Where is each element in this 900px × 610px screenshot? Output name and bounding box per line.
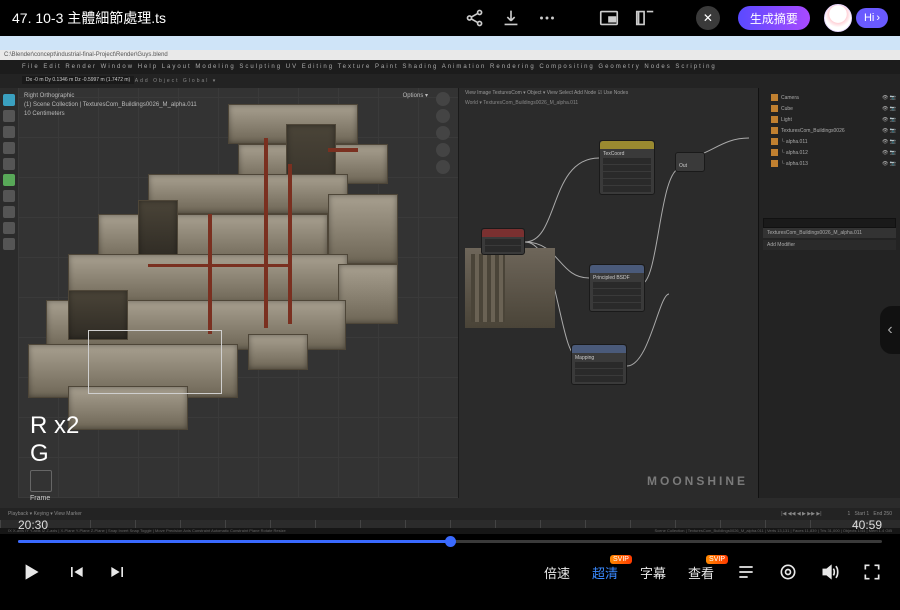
subtitle-button[interactable]: 字幕 xyxy=(640,563,666,582)
node-image xyxy=(481,228,525,255)
viewport-coords: Dx -0 m Dy 0.1346 m Dz -0.5997 m (1.7472… xyxy=(22,76,134,84)
shader-context: World ▾ TexturesCom_Buildings0026_M_alph… xyxy=(465,100,578,106)
outliner-row: └ alpha.011👁 📷 xyxy=(763,136,896,147)
time-current: 20:30 xyxy=(18,518,48,532)
os-titlebar xyxy=(0,36,900,50)
time-duration: 40:59 xyxy=(852,518,882,532)
tool-sidebar xyxy=(0,88,18,498)
theater-icon[interactable] xyxy=(634,7,656,29)
close-pill[interactable]: ✕ xyxy=(696,6,720,30)
watermark-text: MOONSHINE xyxy=(647,474,748,488)
play-button[interactable] xyxy=(18,559,44,585)
tool-icon xyxy=(3,238,15,250)
viewport-3d: Dx -0 m Dy 0.1346 m Dz -0.5997 m (1.7472… xyxy=(18,88,458,498)
outliner-row: Light👁 📷 xyxy=(763,114,896,125)
overlay-shortcut-text: R x2 G xyxy=(30,412,79,468)
shader-editor: View Image TexturesCom ▾ Object ▾ View S… xyxy=(458,88,758,498)
node-mapping: Mapping xyxy=(571,344,627,385)
tool-icon xyxy=(3,110,15,122)
shader-header: View Image TexturesCom ▾ Object ▾ View S… xyxy=(465,90,752,96)
fullscreen-icon[interactable] xyxy=(862,562,882,582)
outliner-row: └ alpha.012👁 📷 xyxy=(763,147,896,158)
share-icon[interactable] xyxy=(464,7,486,29)
viewport-gizmo xyxy=(436,92,454,174)
node-principled: Principled BSDF xyxy=(589,264,645,312)
node-output: Out xyxy=(675,152,705,172)
blender-top-menu: File Edit Render Window Help Layout Mode… xyxy=(0,60,900,74)
outliner-row: └ alpha.013👁 📷 xyxy=(763,158,896,169)
tool-icon xyxy=(3,142,15,154)
tool-icon xyxy=(3,206,15,218)
outliner-row: TexturesCom_Buildings0026👁 📷 xyxy=(763,125,896,136)
tool-icon xyxy=(3,174,15,186)
quality-button[interactable]: 超清SVIP xyxy=(592,563,618,582)
generate-summary-button[interactable]: 生成摘要 xyxy=(738,6,810,30)
viewport-options: Options ▾ xyxy=(403,92,428,99)
frame-label: Frame xyxy=(30,489,50,502)
model-preview xyxy=(28,104,424,436)
tool-icon xyxy=(3,190,15,202)
outliner-row: Cube👁 📷 xyxy=(763,103,896,114)
video-frame[interactable]: C:\Blender\concept\industrial-final-Proj… xyxy=(0,36,900,534)
tool-icon xyxy=(3,126,15,138)
add-modifier-button: Add Modifier xyxy=(763,240,896,250)
blender-sub-menu: Object Mode ▾ View Select Add Object Glo… xyxy=(0,74,900,88)
node-texcoord: TexCoord xyxy=(599,140,655,195)
props-object-name: TexturesCom_Buildings0026_M_alpha.011 xyxy=(763,228,896,238)
browser-address: C:\Blender\concept\industrial-final-Proj… xyxy=(0,50,900,60)
avatar xyxy=(824,4,852,32)
side-collapse-tab[interactable]: ‹ xyxy=(880,306,900,354)
prev-button[interactable] xyxy=(66,562,86,582)
props-search xyxy=(763,218,896,228)
volume-icon[interactable] xyxy=(820,562,840,582)
download-icon[interactable] xyxy=(500,7,522,29)
playlist-icon[interactable] xyxy=(736,562,756,582)
seek-bar[interactable] xyxy=(0,534,900,548)
tool-icon xyxy=(3,94,15,106)
settings-icon[interactable] xyxy=(778,562,798,582)
speed-button[interactable]: 倍速 xyxy=(544,563,570,582)
player-controls: 20:30 40:59 倍速 超清SVIP 字幕 查看SVIP xyxy=(0,534,900,610)
video-title: 47. 10-3 主體細節處理.ts xyxy=(12,8,450,28)
right-panel: Camera👁 📷Cube👁 📷Light👁 📷TexturesCom_Buil… xyxy=(758,88,900,498)
properties-panel: TexturesCom_Buildings0026_M_alpha.011 Ad… xyxy=(763,208,896,250)
tool-icon xyxy=(3,222,15,234)
tool-icon xyxy=(3,158,15,170)
outliner-row: Camera👁 📷 xyxy=(763,92,896,103)
shader-image-preview xyxy=(465,248,555,328)
view-button[interactable]: 查看SVIP xyxy=(688,563,714,582)
user-avatar-group[interactable]: Hi› xyxy=(824,4,888,32)
hi-badge: Hi› xyxy=(856,8,888,28)
outliner: Camera👁 📷Cube👁 📷Light👁 📷TexturesCom_Buil… xyxy=(763,92,896,202)
next-button[interactable] xyxy=(108,562,128,582)
blender-timeline: Playback ▾ Keying ▾ View Marker |◀ ◀◀ ◀ … xyxy=(0,508,900,534)
pip-icon[interactable] xyxy=(598,7,620,29)
blender-ui: File Edit Render Window Help Layout Mode… xyxy=(0,60,900,508)
more-icon[interactable] xyxy=(536,7,558,29)
